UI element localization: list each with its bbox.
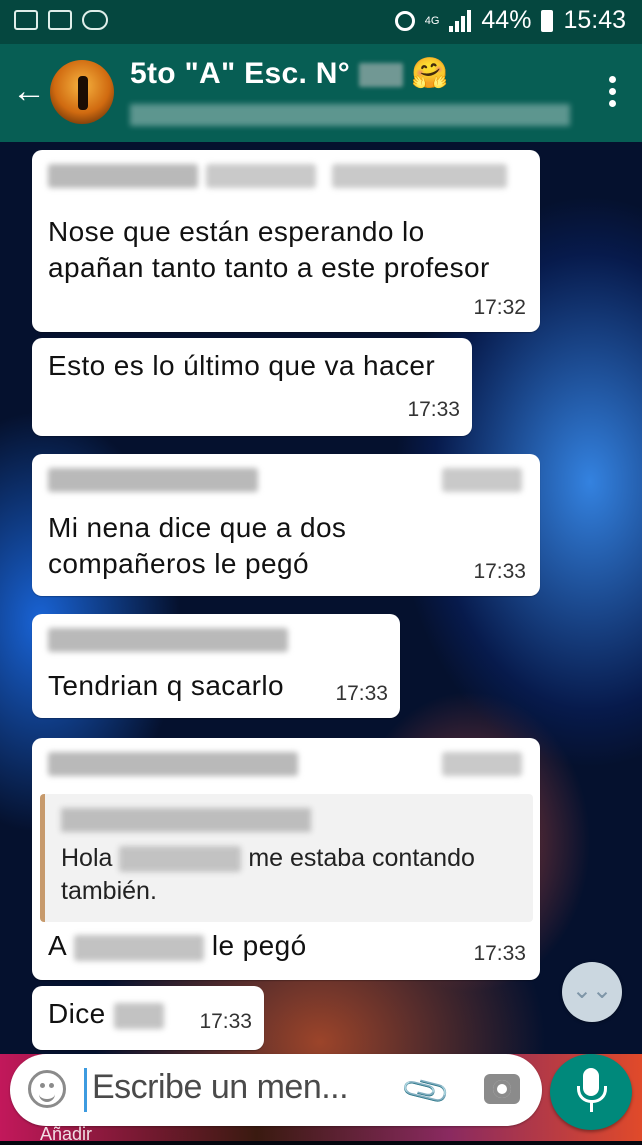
arrow-left-icon[interactable]: ← xyxy=(12,74,46,108)
gallery-icon xyxy=(14,10,38,30)
sender-name-redacted xyxy=(48,752,298,776)
message-input[interactable]: Escribe un men... 📎 xyxy=(10,1054,542,1126)
compose-bar: Escribe un men... 📎 xyxy=(0,1054,642,1141)
redacted-school-number xyxy=(358,63,403,88)
notification-icons xyxy=(14,10,108,30)
group-name: 5to "A" Esc. N° xyxy=(130,57,350,90)
sender-name-redacted xyxy=(48,468,258,492)
message-text: Tendrian q sacarlo xyxy=(48,670,284,701)
group-title[interactable]: 5to "A" Esc. N° 🤗 xyxy=(130,56,449,91)
chevron-double-down-icon[interactable]: ⌄⌄ xyxy=(562,962,622,1022)
message-bubble[interactable]: Esto es lo último que va hacer 17:33 xyxy=(32,338,472,436)
participants-redacted xyxy=(130,104,570,126)
message-time: 17:32 xyxy=(473,296,526,319)
game-icon xyxy=(48,10,72,30)
message-bubble[interactable]: Mi nena dice que a dos compañeros le peg… xyxy=(32,454,540,596)
sender-phone-redacted xyxy=(332,164,507,188)
message-time: 17:33 xyxy=(473,560,526,583)
message-list[interactable]: Nose que están esperando lo apañan tanto… xyxy=(0,142,642,1054)
paperclip-icon[interactable]: 📎 xyxy=(399,1064,453,1118)
network-type: 4G xyxy=(424,14,440,27)
text-cursor xyxy=(84,1068,87,1112)
hug-emoji: 🤗 xyxy=(411,57,449,90)
signal-icon xyxy=(449,9,472,32)
redacted-name xyxy=(113,1002,164,1029)
sender-name-redacted xyxy=(206,164,316,188)
redacted-name xyxy=(73,934,204,961)
redacted-name xyxy=(119,846,242,873)
message-text: A le pegó xyxy=(48,930,307,961)
voicemail-icon xyxy=(82,10,108,30)
battery-percent: 44% xyxy=(481,6,532,34)
quoted-text: Hola me estaba contando también. xyxy=(61,844,475,905)
message-time: 17:33 xyxy=(199,1010,252,1033)
sender-name-redacted xyxy=(48,164,198,188)
microphone-icon[interactable] xyxy=(550,1054,632,1130)
message-time: 17:33 xyxy=(335,682,388,705)
status-bar: 4G 44% 15:43 xyxy=(0,0,642,44)
message-bubble[interactable]: Dice 17:33 xyxy=(32,986,264,1050)
quoted-message[interactable]: Hola me estaba contando también. xyxy=(40,794,533,922)
message-text: Mi nena dice que a dos compañeros le peg… xyxy=(48,512,347,579)
more-vertical-icon[interactable] xyxy=(609,76,616,107)
message-text: Esto es lo último que va hacer xyxy=(48,350,436,381)
clock: 15:43 xyxy=(563,6,626,34)
message-time: 17:33 xyxy=(473,942,526,965)
message-bubble[interactable]: Nose que están esperando lo apañan tanto… xyxy=(32,150,540,332)
battery-icon xyxy=(541,9,554,32)
message-text: Dice xyxy=(48,996,164,1032)
group-avatar[interactable] xyxy=(50,60,114,124)
sender-phone-redacted xyxy=(442,752,522,776)
message-bubble[interactable]: Tendrian q sacarlo 17:33 xyxy=(32,614,400,718)
system-indicators: 4G 44% 15:43 xyxy=(394,6,626,35)
message-time: 17:33 xyxy=(407,398,460,421)
attachment-label: Añadir xyxy=(40,1124,93,1144)
alarm-icon xyxy=(394,10,415,31)
input-placeholder: Escribe un men... xyxy=(92,1068,349,1106)
sender-name-redacted xyxy=(48,628,288,652)
sender-phone-redacted xyxy=(442,468,522,492)
emoji-icon[interactable] xyxy=(28,1070,66,1108)
message-text: Nose que están esperando lo apañan tanto… xyxy=(48,216,490,283)
message-bubble-with-quote[interactable]: Hola me estaba contando también. A le pe… xyxy=(32,738,540,980)
camera-icon[interactable] xyxy=(484,1074,520,1104)
chat-header: ← 5to "A" Esc. N° 🤗 xyxy=(0,44,642,142)
quoted-sender-redacted xyxy=(61,808,311,832)
